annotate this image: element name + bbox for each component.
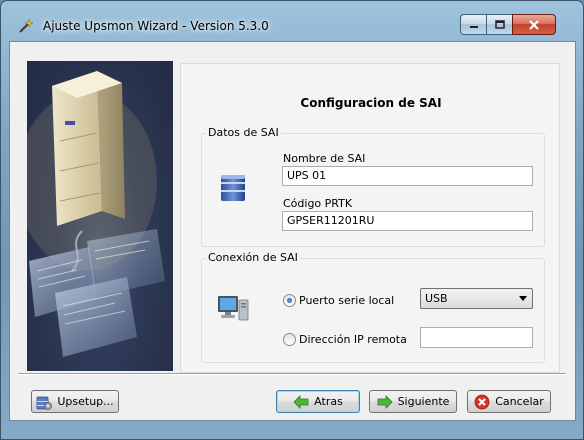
window-title: Ajuste Upsmon Wizard - Version 5.3.0 — [43, 19, 269, 33]
maximize-button[interactable] — [486, 14, 512, 35]
prtk-label: Código PRTK — [283, 197, 353, 210]
maximize-icon — [494, 20, 505, 29]
cancel-button-label: Cancelar — [495, 395, 544, 408]
serial-port-radio[interactable] — [283, 294, 296, 307]
upsetup-button[interactable]: Upsetup... — [31, 390, 119, 413]
computer-icon — [218, 296, 249, 321]
wizard-window: Ajuste Upsmon Wizard - Version 5.3.0 Con… — [0, 0, 584, 440]
datos-group: Datos de SAI Nombre de SAI UPS 01 Código… — [201, 126, 545, 247]
arrow-left-icon — [293, 394, 309, 409]
close-button[interactable] — [512, 14, 556, 35]
back-button[interactable]: Atras — [276, 390, 360, 413]
serial-port-label[interactable]: Puerto serie local — [299, 294, 394, 307]
chevron-down-icon — [519, 296, 527, 301]
ups-setup-icon — [36, 396, 53, 410]
cancel-icon — [474, 394, 490, 409]
nombre-input[interactable]: UPS 01 — [282, 166, 533, 186]
port-select-value: USB — [425, 292, 448, 305]
next-button[interactable]: Siguiente — [369, 390, 457, 413]
conexion-group-label: Conexión de SAI — [206, 251, 300, 264]
port-select[interactable]: USB — [420, 288, 533, 309]
wizard-wand-icon — [19, 18, 34, 33]
minimize-button[interactable] — [460, 14, 486, 35]
page-title: Configuracion de SAI — [300, 96, 442, 110]
upsetup-button-label: Upsetup... — [57, 395, 114, 408]
next-button-label: Siguiente — [397, 395, 450, 408]
arrow-right-icon — [377, 394, 393, 409]
title-bar[interactable]: Ajuste Upsmon Wizard - Version 5.3.0 — [1, 1, 583, 41]
minimize-icon — [469, 25, 478, 28]
content-panel: Configuracion de SAI Datos de SAI Nombre… — [180, 63, 560, 373]
cancel-button[interactable]: Cancelar — [467, 390, 551, 413]
ups-server-illustration — [27, 61, 173, 371]
close-icon — [529, 19, 539, 30]
back-button-label: Atras — [314, 395, 343, 408]
nombre-label: Nombre de SAI — [283, 152, 366, 165]
datos-group-label: Datos de SAI — [206, 126, 281, 139]
remote-ip-label[interactable]: Dirección IP remota — [299, 333, 407, 346]
conexion-group: Conexión de SAI Puerto serie local USB D… — [201, 251, 545, 363]
remote-ip-radio[interactable] — [283, 333, 296, 346]
ups-database-icon — [221, 175, 245, 201]
remote-ip-input[interactable] — [420, 327, 533, 348]
footer-separator — [18, 373, 566, 375]
caption-buttons — [460, 14, 556, 35]
wizard-client-area: Configuracion de SAI Datos de SAI Nombre… — [9, 41, 576, 421]
server-illustration-icon — [27, 71, 165, 357]
prtk-input[interactable]: GPSER11201RU — [282, 211, 533, 231]
